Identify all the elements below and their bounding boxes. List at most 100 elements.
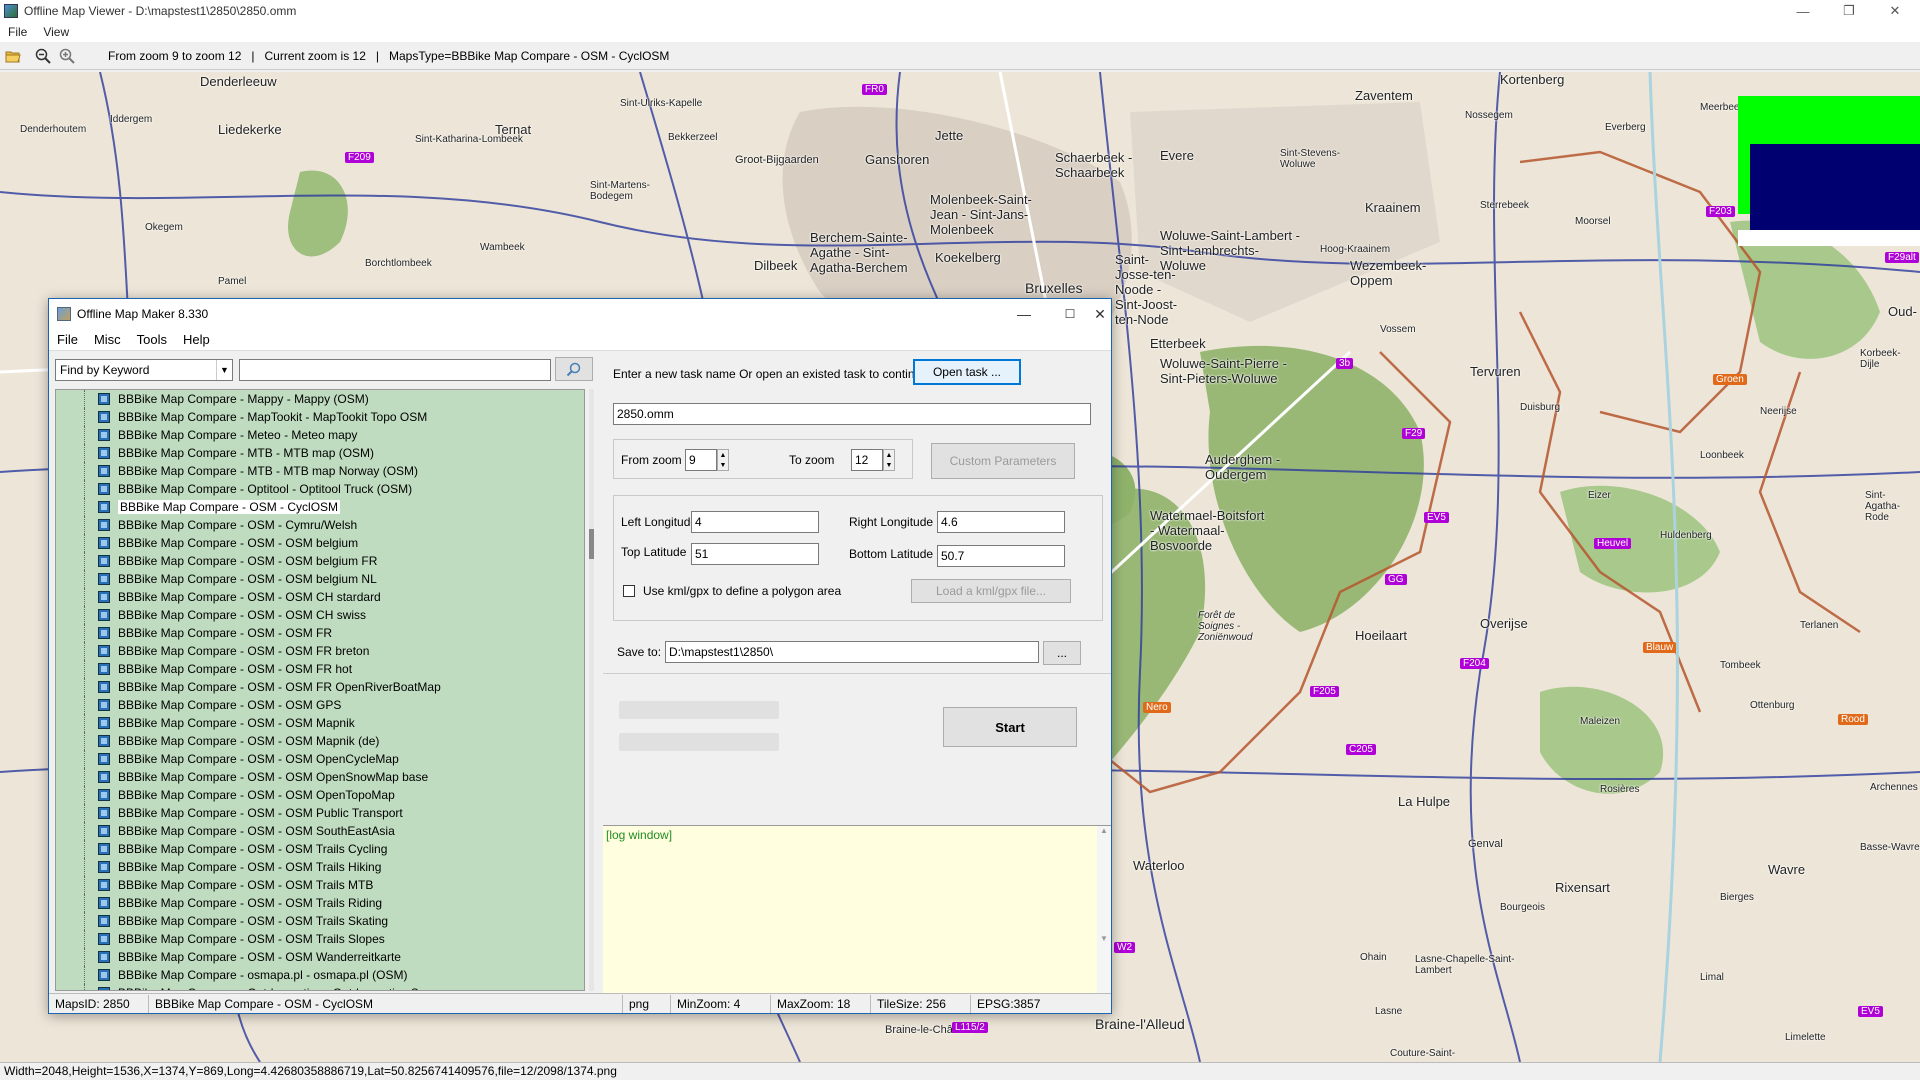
map-source-icon xyxy=(98,483,110,495)
top-latitude-label: Top Latitude xyxy=(621,545,687,559)
list-item[interactable]: BBBike Map Compare - Mappy - Mappy (OSM) xyxy=(56,390,584,408)
list-item[interactable]: BBBike Map Compare - OSM - CyclOSM xyxy=(56,498,584,516)
minimize-icon[interactable]: — xyxy=(1001,303,1047,325)
list-item-label: BBBike Map Compare - OSM - OSM FR hot xyxy=(118,662,353,676)
kml-checkbox[interactable] xyxy=(623,585,635,597)
list-item[interactable]: BBBike Map Compare - OSM - OSM SouthEast… xyxy=(56,822,584,840)
list-item[interactable]: BBBike Map Compare - OSM - OSM Mapnik xyxy=(56,714,584,732)
list-item[interactable]: BBBike Map Compare - OSM - OSM belgium N… xyxy=(56,570,584,588)
maps-name: BBBike Map Compare - OSM - CyclOSM xyxy=(149,994,623,1013)
maximize-icon[interactable]: ❐ xyxy=(1826,0,1872,22)
scrollbar-thumb[interactable] xyxy=(589,529,594,559)
map-source-icon xyxy=(98,735,110,747)
list-item[interactable]: BBBike Map Compare - OSM - OSM GPS xyxy=(56,696,584,714)
list-item[interactable]: BBBike Map Compare - OSM - OSM Trails Sk… xyxy=(56,912,584,930)
start-button[interactable]: Start xyxy=(943,707,1077,747)
close-icon[interactable]: ✕ xyxy=(1872,0,1918,22)
list-item-label: BBBike Map Compare - OSM - OSM SouthEast… xyxy=(118,824,395,838)
list-item[interactable]: BBBike Map Compare - OSM - OSM CH swiss xyxy=(56,606,584,624)
list-item[interactable]: BBBike Map Compare - OSM - OSM FR xyxy=(56,624,584,642)
task-name-input[interactable] xyxy=(613,403,1091,425)
map-source-list[interactable]: BBBike Map Compare - Mappy - Mappy (OSM)… xyxy=(55,389,585,991)
menu-view[interactable]: View xyxy=(43,25,69,39)
menu-misc[interactable]: Misc xyxy=(94,332,121,347)
list-item[interactable]: BBBike Map Compare - Outdooractive - Out… xyxy=(56,984,584,990)
list-item[interactable]: BBBike Map Compare - MapTookit - MapTook… xyxy=(56,408,584,426)
list-item[interactable]: BBBike Map Compare - OSM - OSM Trails Cy… xyxy=(56,840,584,858)
list-item[interactable]: BBBike Map Compare - OSM - OSM OpenSnowM… xyxy=(56,768,584,786)
to-zoom-input[interactable] xyxy=(851,449,883,471)
list-item[interactable]: BBBike Map Compare - OSM - OSM Trails Ri… xyxy=(56,894,584,912)
tree-line xyxy=(84,678,85,696)
list-item[interactable]: BBBike Map Compare - OSM - OSM OpenTopoM… xyxy=(56,786,584,804)
list-item[interactable]: BBBike Map Compare - OSM - OSM Trails MT… xyxy=(56,876,584,894)
maximize-icon[interactable]: ☐ xyxy=(1047,303,1093,325)
tree-line xyxy=(84,768,85,786)
list-item[interactable]: BBBike Map Compare - OSM - OSM FR OpenRi… xyxy=(56,678,584,696)
list-item[interactable]: BBBike Map Compare - OSM - Cymru/Welsh xyxy=(56,516,584,534)
open-folder-icon[interactable] xyxy=(2,45,24,67)
open-task-button[interactable]: Open task ... xyxy=(913,359,1021,385)
save-to-input[interactable] xyxy=(665,641,1039,663)
zoom-out-icon[interactable] xyxy=(32,45,54,67)
bottom-latitude-input[interactable] xyxy=(937,545,1065,567)
menu-tools[interactable]: Tools xyxy=(137,332,167,347)
route-badge: GG xyxy=(1385,574,1407,585)
place-label: Sint-Martens-Bodegem xyxy=(590,180,651,202)
menu-help[interactable]: Help xyxy=(183,332,210,347)
minimize-icon[interactable]: — xyxy=(1780,0,1826,22)
left-longitude-input[interactable] xyxy=(691,511,819,533)
list-item[interactable]: BBBike Map Compare - OSM - OSM CH starda… xyxy=(56,588,584,606)
list-item[interactable]: BBBike Map Compare - Meteo - Meteo mapy xyxy=(56,426,584,444)
close-icon[interactable]: ✕ xyxy=(1089,303,1111,325)
find-mode-select[interactable]: Find by Keyword ▼ xyxy=(55,359,233,381)
from-zoom-input[interactable] xyxy=(685,449,717,471)
tree-line xyxy=(84,426,85,444)
to-zoom-spinner[interactable]: ▲ ▼ xyxy=(883,449,895,471)
dialog-title: Offline Map Maker 8.330 xyxy=(77,307,209,321)
list-item[interactable]: BBBike Map Compare - osmapa.pl - osmapa.… xyxy=(56,966,584,984)
load-kml-button[interactable]: Load a kml/gpx file... xyxy=(911,579,1071,603)
map-source-icon xyxy=(98,591,110,603)
map-source-icon xyxy=(98,555,110,567)
list-item[interactable]: BBBike Map Compare - OSM - OSM FR breton xyxy=(56,642,584,660)
log-window[interactable]: [log window] ▲ ▼ xyxy=(603,825,1111,994)
menu-file[interactable]: File xyxy=(57,332,78,347)
list-item[interactable]: BBBike Map Compare - OSM - OSM Trails Sl… xyxy=(56,930,584,948)
app-icon xyxy=(4,4,18,18)
custom-parameters-button[interactable]: Custom Parameters xyxy=(931,443,1075,479)
list-item-label: BBBike Map Compare - OSM - OSM FR breton xyxy=(118,644,370,658)
search-input[interactable] xyxy=(239,359,551,381)
route-badge: FR0 xyxy=(862,84,887,95)
list-item[interactable]: BBBike Map Compare - OSM - OSM OpenCycle… xyxy=(56,750,584,768)
tree-line xyxy=(84,552,85,570)
list-item[interactable]: BBBike Map Compare - OSM - OSM belgium xyxy=(56,534,584,552)
tree-line xyxy=(84,858,85,876)
log-scrollbar[interactable]: ▲ ▼ xyxy=(1097,826,1111,994)
list-scrollbar[interactable] xyxy=(589,389,594,991)
list-item[interactable]: BBBike Map Compare - OSM - OSM belgium F… xyxy=(56,552,584,570)
list-item[interactable]: BBBike Map Compare - OSM - OSM Trails Hi… xyxy=(56,858,584,876)
list-item[interactable]: BBBike Map Compare - OSM - OSM FR hot xyxy=(56,660,584,678)
search-button[interactable] xyxy=(555,357,593,381)
top-latitude-input[interactable] xyxy=(691,543,819,565)
list-item[interactable]: BBBike Map Compare - OSM - OSM Public Tr… xyxy=(56,804,584,822)
zoom-in-icon[interactable] xyxy=(56,45,78,67)
from-zoom-spinner[interactable]: ▲ ▼ xyxy=(717,449,729,471)
chevron-down-icon[interactable]: ▼ xyxy=(216,360,232,380)
map-source-icon xyxy=(98,645,110,657)
list-item[interactable]: BBBike Map Compare - Optitool - Optitool… xyxy=(56,480,584,498)
list-item[interactable]: BBBike Map Compare - MTB - MTB map Norwa… xyxy=(56,462,584,480)
browse-button[interactable]: ... xyxy=(1043,641,1081,665)
right-longitude-input[interactable] xyxy=(937,511,1065,533)
map-source-icon xyxy=(98,753,110,765)
tree-line xyxy=(84,498,85,516)
map-source-icon xyxy=(98,681,110,693)
place-label: Nossegem xyxy=(1465,110,1513,121)
list-item[interactable]: BBBike Map Compare - OSM - OSM Mapnik (d… xyxy=(56,732,584,750)
maps-id: MapsID: 2850 xyxy=(49,994,149,1013)
place-label: Neerijse xyxy=(1760,406,1797,417)
list-item[interactable]: BBBike Map Compare - OSM - OSM Wanderrei… xyxy=(56,948,584,966)
list-item[interactable]: BBBike Map Compare - MTB - MTB map (OSM) xyxy=(56,444,584,462)
menu-file[interactable]: File xyxy=(8,25,27,39)
